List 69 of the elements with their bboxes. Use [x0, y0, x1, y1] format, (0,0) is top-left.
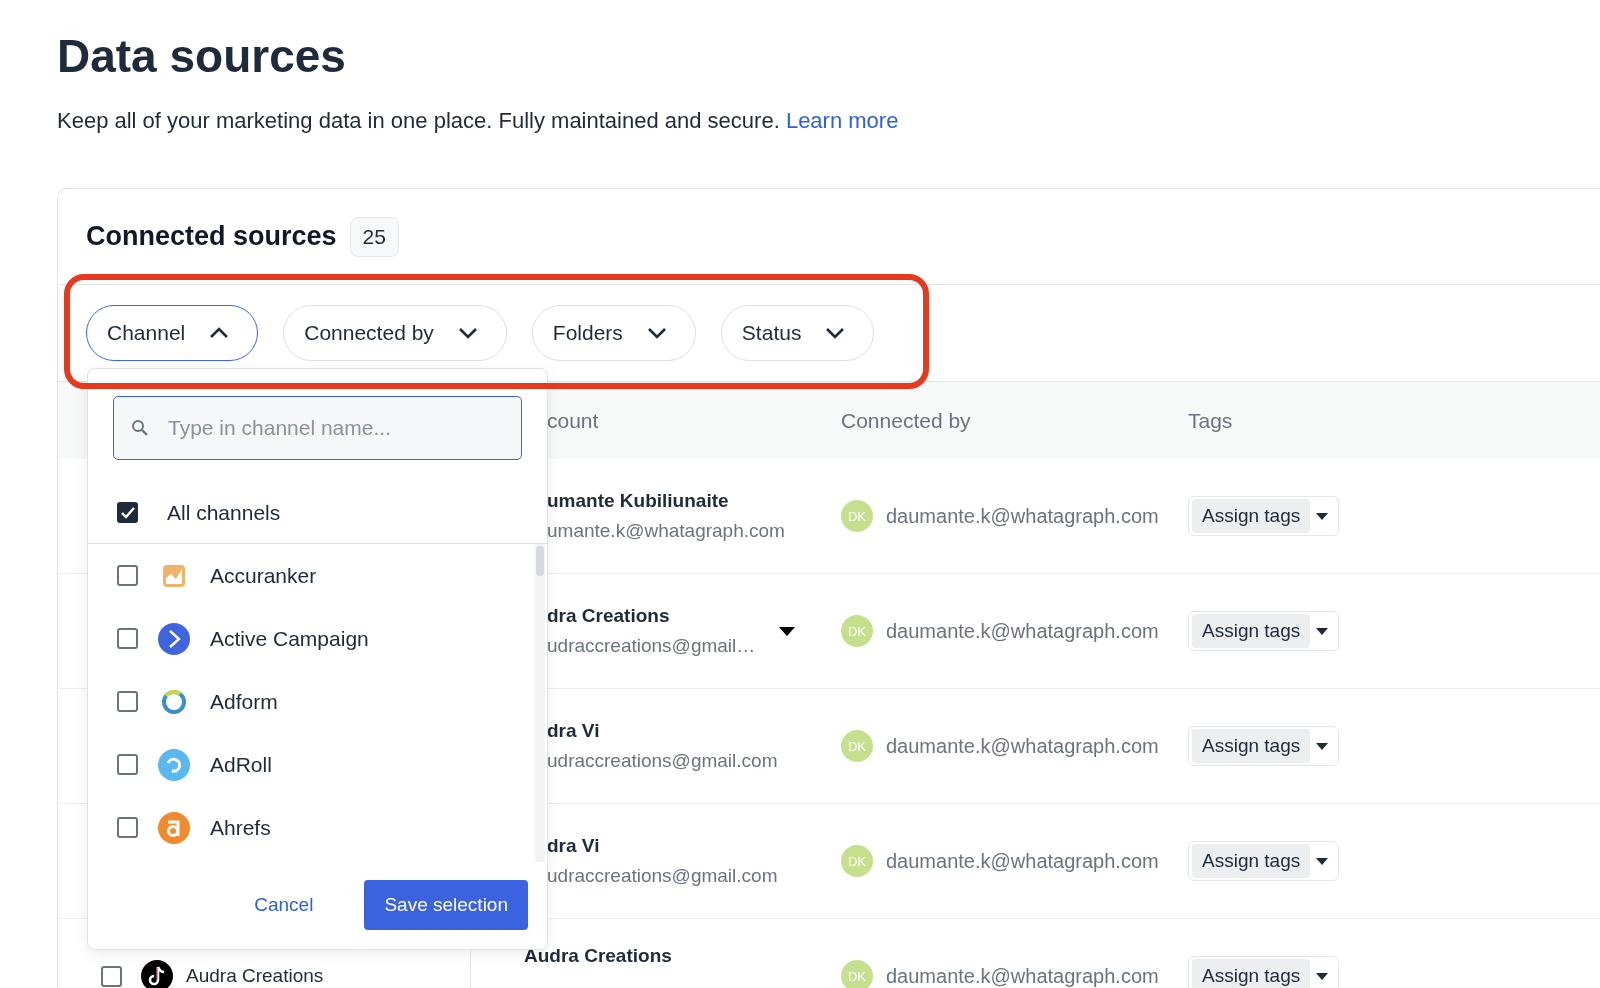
account-name: umante Kubiliunaite: [547, 490, 730, 512]
connected-by-email: daumante.k@whatagraph.com: [886, 849, 1159, 873]
filter-dropdown[interactable]: Channel: [86, 305, 259, 361]
assign-tags-button[interactable]: Assign tags: [1188, 496, 1340, 536]
chevron-icon: [158, 622, 190, 655]
cancel-button[interactable]: Cancel: [248, 893, 320, 917]
column-header: Connected by: [841, 408, 971, 433]
user-avatar: DK: [841, 500, 873, 532]
card-title: Connected sources: [86, 221, 337, 252]
assign-tags-button[interactable]: Assign tags: [1188, 956, 1340, 988]
connected-by-email: daumante.k@whatagraph.com: [886, 504, 1159, 528]
user-avatar: DK: [841, 845, 873, 877]
caret-icon: [1316, 627, 1329, 635]
chevron-down-icon: [646, 327, 667, 339]
page-title: Data sources: [57, 29, 346, 84]
assign-tags-button[interactable]: Assign tags: [1188, 611, 1340, 651]
assign-tags-button[interactable]: Assign tags: [1188, 841, 1340, 881]
account-email: umante.k@whatagraph.com: [547, 520, 785, 542]
filter-dropdown[interactable]: Status: [720, 305, 875, 361]
account-name: dra Creations: [547, 605, 671, 627]
checkbox[interactable]: [117, 502, 138, 523]
checkbox[interactable]: [117, 565, 138, 586]
account-name: Audra Creations: [524, 945, 672, 967]
music-note-icon: [141, 960, 173, 988]
account-email: udraccreations@gmail.com: [547, 750, 778, 772]
connected-by-email: daumante.k@whatagraph.com: [886, 734, 1159, 758]
user-avatar: DK: [841, 960, 873, 988]
checkbox[interactable]: [101, 965, 122, 987]
caret-icon: [1316, 972, 1329, 980]
option-label[interactable]: Ahrefs: [210, 815, 271, 840]
chevron-up-icon: [209, 327, 230, 339]
user-avatar: DK: [841, 730, 873, 762]
caret-icon: [1316, 857, 1329, 865]
chevron-down-icon: [457, 327, 478, 339]
option-label[interactable]: All channels: [167, 500, 281, 525]
checkbox[interactable]: [117, 691, 138, 712]
assign-tags-button[interactable]: Assign tags: [1188, 726, 1340, 766]
account-email: udraccreations@gmail…: [547, 635, 756, 657]
column-header: count: [547, 408, 599, 433]
chevron-down-icon: [825, 327, 846, 339]
option-label[interactable]: Active Campaign: [210, 626, 369, 651]
account-name: dra Vi: [547, 835, 601, 857]
connected-by-email: daumante.k@whatagraph.com: [886, 619, 1159, 643]
ahrefs-icon: [158, 811, 190, 844]
column-header: Tags: [1188, 408, 1233, 433]
learn-more-link[interactable]: Learn more: [785, 108, 899, 133]
count-badge: 25: [349, 216, 399, 257]
connected-by-email: daumante.k@whatagraph.com: [886, 964, 1159, 988]
checkbox[interactable]: [117, 817, 138, 838]
checkbox[interactable]: [117, 754, 138, 775]
option-label[interactable]: AdRoll: [210, 752, 272, 777]
account-name: dra Vi: [547, 720, 601, 742]
page-description: Keep all of your marketing data in one place. Fully maintained and secure. Learn more: [57, 107, 899, 135]
option-label[interactable]: Accuranker: [210, 563, 317, 588]
caret-icon: [1316, 512, 1329, 520]
checkbox[interactable]: [117, 628, 138, 649]
caret-icon: [1316, 742, 1329, 750]
account-email: udraccreations@gmail.com: [547, 865, 778, 887]
user-avatar: DK: [841, 615, 873, 647]
scrollbar-thumb[interactable]: [536, 546, 544, 576]
caret-icon[interactable]: [779, 626, 796, 636]
filter-dropdown[interactable]: Folders: [531, 305, 696, 361]
search-field[interactable]: Type in channel name...: [113, 396, 522, 460]
option-label[interactable]: Adform: [210, 689, 278, 714]
swirl-icon: [158, 748, 190, 781]
save-selection-button[interactable]: Save selection: [364, 880, 528, 930]
channel-name: Audra Creations: [186, 965, 324, 987]
search-icon: [131, 419, 149, 437]
filter-dropdown[interactable]: Connected by: [283, 305, 507, 361]
